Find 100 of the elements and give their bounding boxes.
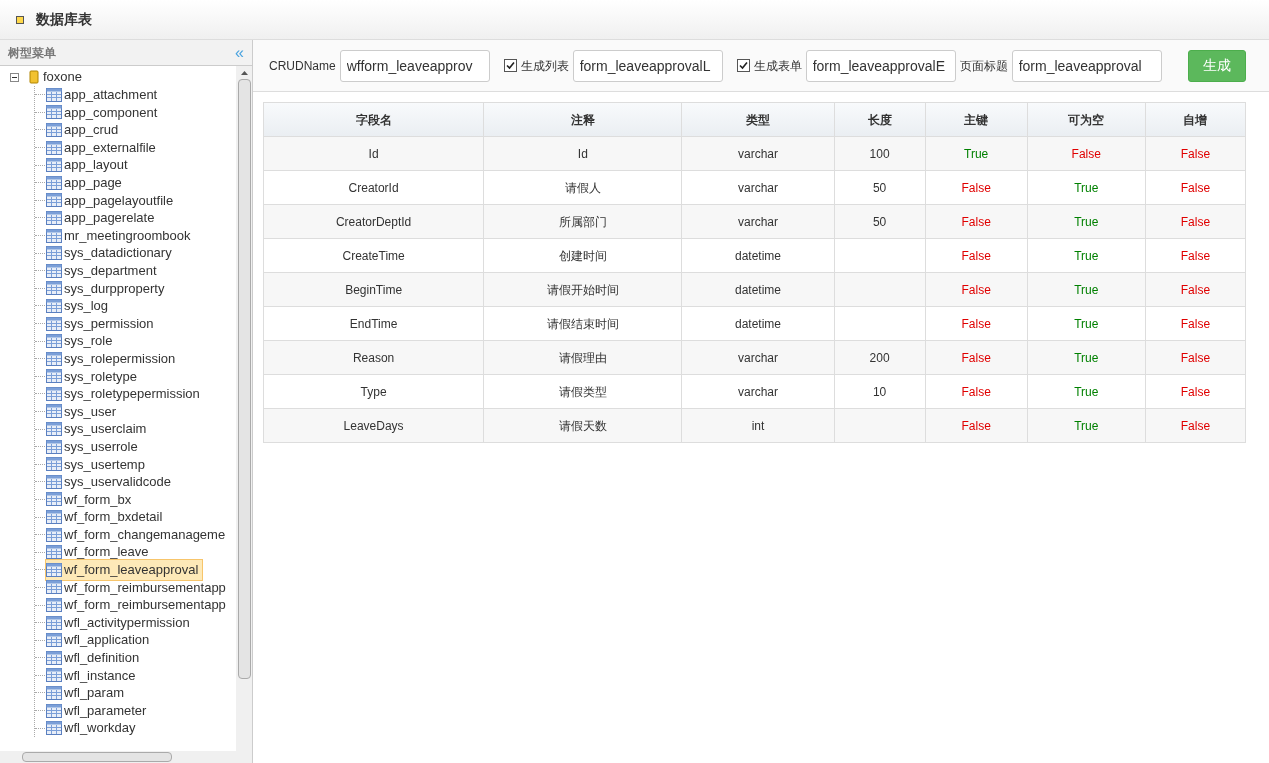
table-icon	[46, 597, 62, 613]
field-label: 页面标题	[959, 57, 1008, 75]
table-cell: False	[1180, 248, 1211, 263]
vertical-scrollbar[interactable]	[236, 66, 252, 751]
table-cell: False	[1180, 384, 1211, 399]
table-icon	[46, 157, 62, 174]
table-icon	[46, 297, 62, 314]
table-icon	[46, 139, 62, 156]
table-cell: varchar	[737, 350, 778, 365]
table-icon	[46, 245, 62, 262]
table-cell: 10	[872, 384, 887, 399]
table-cell: varchar	[737, 146, 778, 161]
table-cell: False	[1071, 146, 1101, 161]
checkbox[interactable]	[736, 59, 750, 72]
table-cell: True	[1074, 418, 1099, 433]
text-field[interactable]: wfform_leaveapprov	[339, 49, 490, 82]
table-cell: LeaveDays	[343, 418, 404, 433]
text-field[interactable]: form_leaveapproval	[1011, 49, 1162, 82]
table-cell: True	[1074, 214, 1099, 229]
table-icon	[46, 315, 62, 332]
table-cell: False	[1180, 180, 1211, 195]
table-cell: False	[961, 384, 991, 399]
table-cell: True	[1074, 384, 1099, 399]
table-icon	[46, 579, 62, 596]
table-icon	[46, 104, 62, 121]
table-icon	[46, 421, 62, 438]
table-icon	[46, 702, 62, 719]
table-cell: datetime	[734, 316, 781, 331]
table-cell: False	[1180, 282, 1211, 297]
table-cell: 100	[869, 146, 890, 161]
table-icon	[46, 509, 62, 526]
table-cell: 创建时间	[558, 248, 607, 263]
table-cell: EndTime	[349, 316, 398, 331]
table-icon	[46, 403, 62, 420]
table-cell: 50	[872, 180, 887, 195]
table-icon	[46, 280, 62, 297]
table-cell: int	[751, 418, 765, 433]
table-icon	[46, 385, 62, 402]
table-icon	[46, 122, 62, 138]
table-icon	[46, 192, 62, 209]
window-title: 数据库表	[36, 10, 92, 29]
table-icon	[46, 368, 62, 385]
column-header: 长度	[834, 102, 926, 137]
table-cell: 请假天数	[558, 418, 607, 433]
table-cell: False	[1180, 146, 1211, 161]
field-label: 生成列表	[520, 57, 569, 75]
checkbox[interactable]	[503, 59, 517, 72]
table-icon	[46, 614, 62, 631]
scroll-up-icon[interactable]	[240, 71, 248, 75]
table-cell: False	[1180, 418, 1211, 433]
table-cell: Id	[577, 146, 588, 161]
table-cell: False	[961, 350, 991, 365]
table-icon	[46, 685, 62, 701]
sidebar-title: 树型菜单	[8, 44, 56, 62]
table-cell: CreatorDeptId	[335, 214, 412, 229]
column-header: 可为空	[1027, 102, 1146, 137]
table-cell: 请假人	[564, 180, 601, 195]
column-header: 字段名	[263, 102, 484, 137]
table-cell: Reason	[352, 350, 395, 365]
table-icon	[46, 86, 62, 103]
column-header: 自增	[1145, 102, 1246, 137]
field-label: 生成表单	[753, 57, 802, 75]
table-cell: True	[1074, 248, 1099, 263]
field-label: CRUDName	[269, 57, 336, 75]
table-cell: 请假结束时间	[546, 316, 619, 331]
table-icon	[46, 174, 62, 191]
tree-item[interactable]: wf_form_leaveapproval	[45, 559, 204, 581]
table-icon	[46, 720, 62, 737]
table-cell: BeginTime	[345, 282, 403, 297]
table-cell: True	[1074, 350, 1099, 365]
table-cell: True	[964, 146, 989, 161]
table-cell: CreatorId	[348, 180, 399, 195]
collapse-toggle-icon[interactable]	[10, 72, 19, 82]
text-field[interactable]: form_leaveapprovalL	[572, 49, 723, 82]
table-cell: varchar	[737, 214, 778, 229]
table-cell: Id	[368, 146, 379, 161]
table-cell: True	[1074, 282, 1099, 297]
table-icon	[46, 227, 62, 244]
table-cell: 200	[869, 350, 890, 365]
table-cell: False	[961, 248, 991, 263]
table-icon	[46, 526, 62, 543]
tree-item[interactable]: foxone	[43, 67, 83, 87]
text-field[interactable]: form_leaveapprovalE	[805, 49, 956, 82]
table-icon	[46, 544, 62, 561]
table-cell: False	[961, 418, 991, 433]
table-cell: 请假理由	[558, 350, 607, 365]
table-cell: 请假开始时间	[546, 282, 619, 297]
table-cell: False	[961, 180, 991, 195]
table-icon	[46, 473, 62, 490]
horizontal-scrollbar[interactable]	[0, 751, 252, 763]
table-icon	[46, 561, 62, 578]
table-cell: 请假类型	[558, 384, 607, 399]
table-icon	[46, 632, 62, 649]
table-cell: 50	[872, 214, 887, 229]
table-cell: True	[1074, 180, 1099, 195]
square-icon	[16, 15, 24, 24]
database-icon	[29, 70, 39, 84]
table-cell: varchar	[737, 180, 778, 195]
table-icon	[46, 350, 62, 367]
column-header: 类型	[681, 102, 835, 137]
